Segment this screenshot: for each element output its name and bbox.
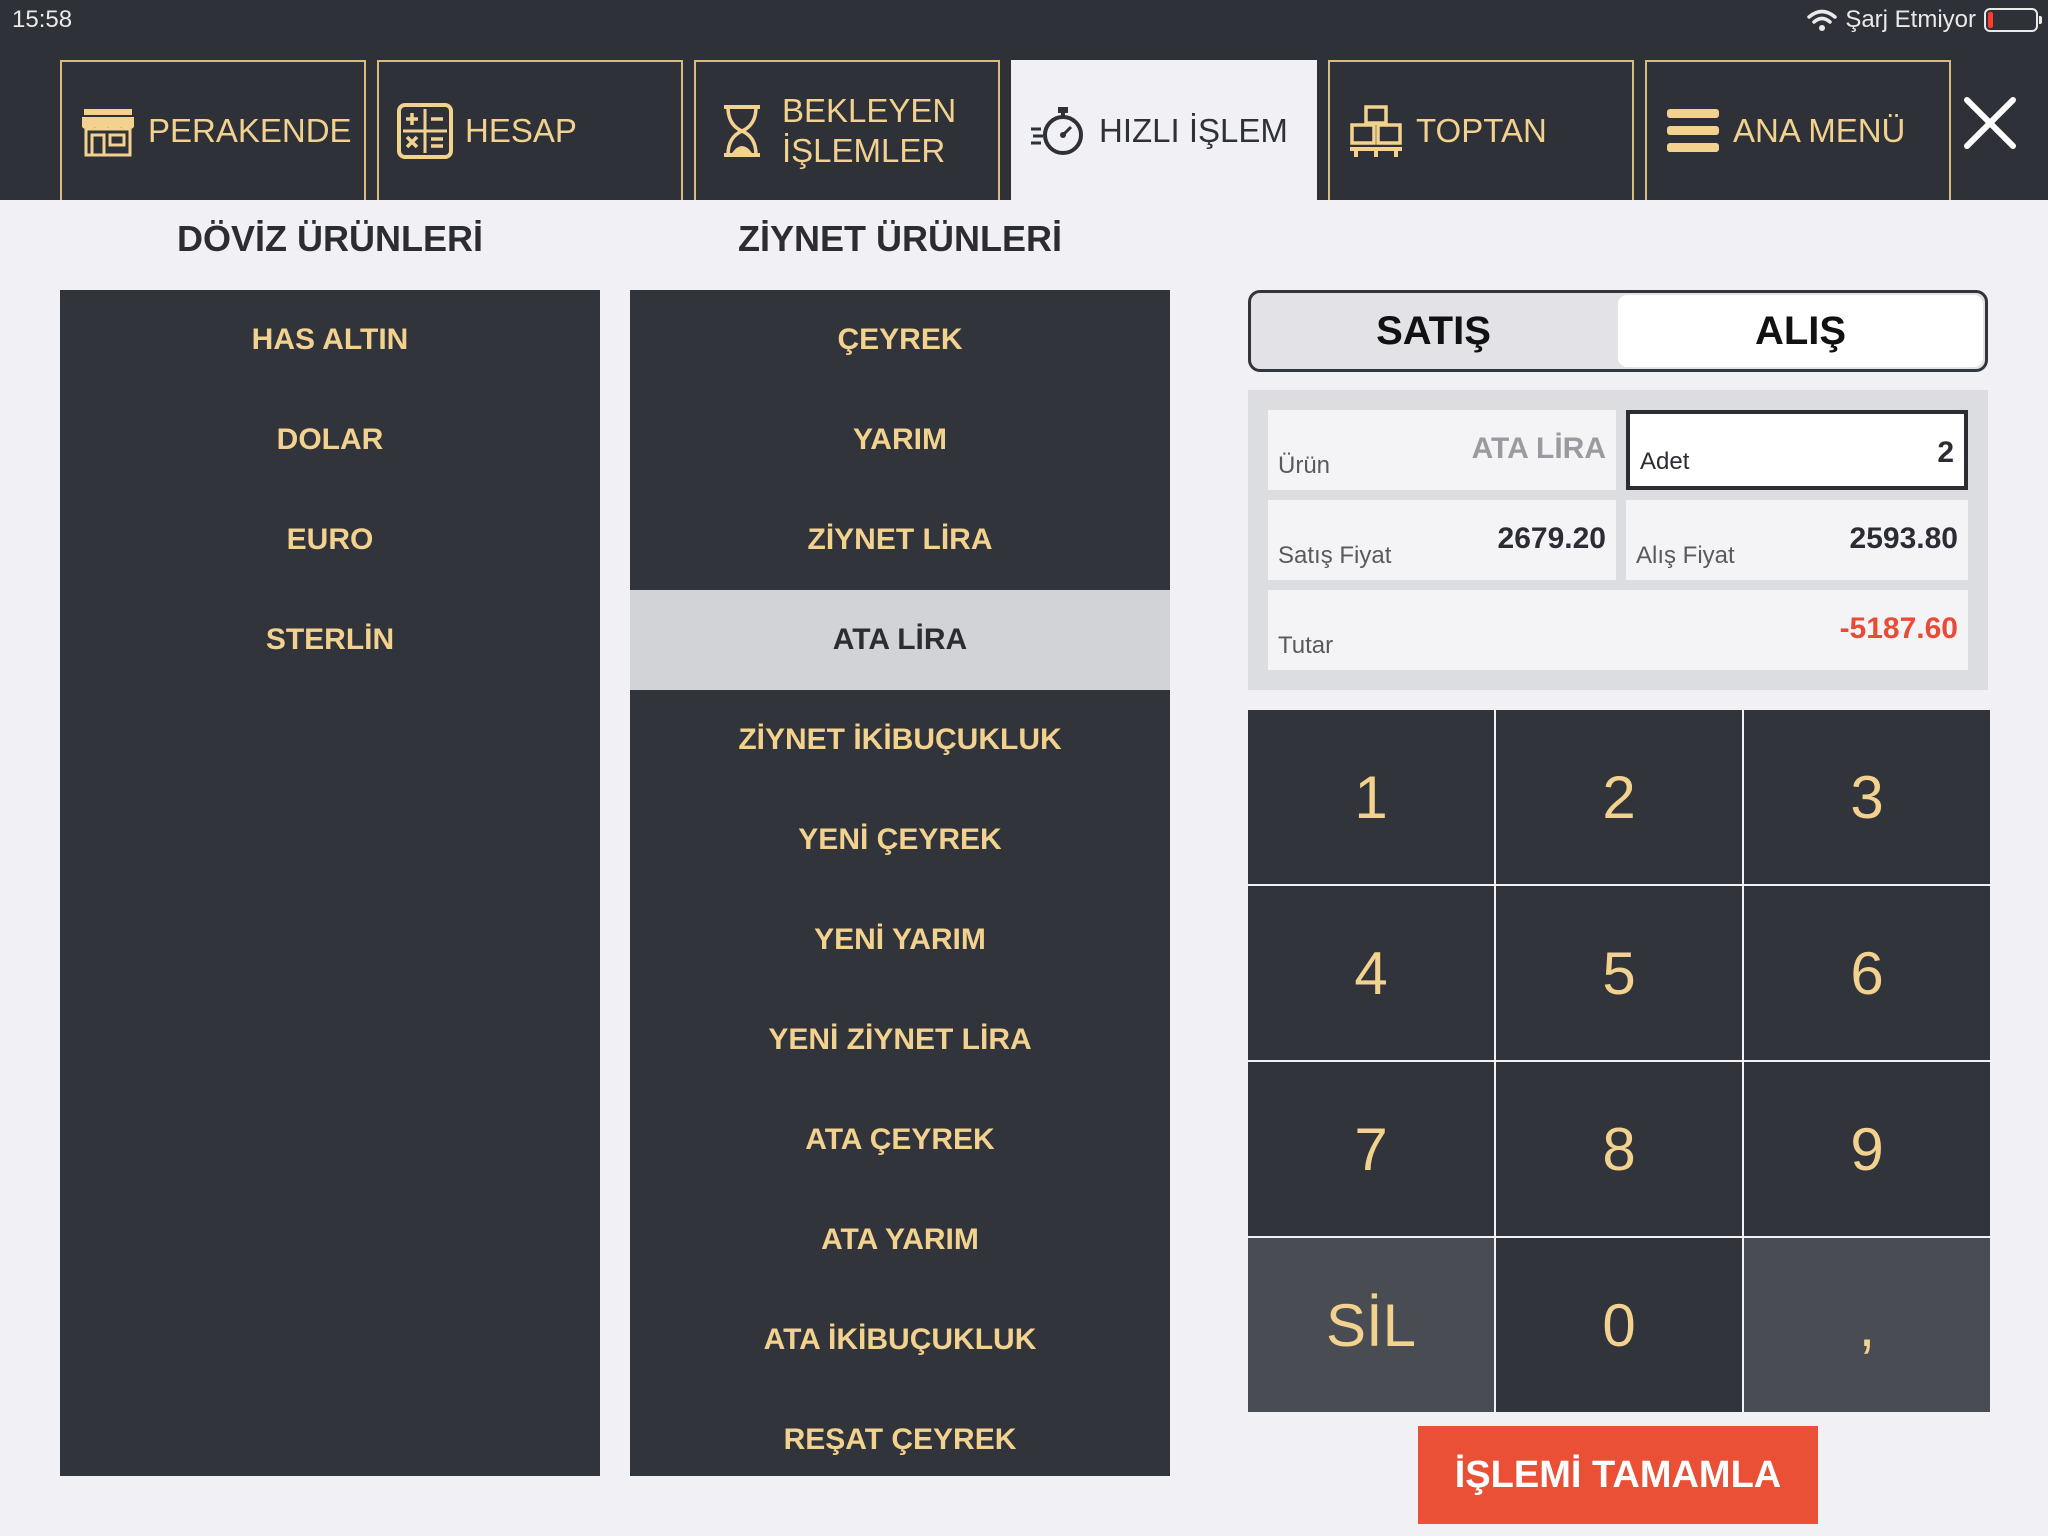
tab-toptan[interactable]: TOPTAN [1328,60,1634,200]
list-item-yeni-ceyrek[interactable]: YENİ ÇEYREK [630,790,1170,890]
buy-price-label: Alış Fiyat [1636,542,1735,569]
delete-key[interactable]: SİL [1248,1238,1494,1412]
complete-transaction-button[interactable]: İŞLEMİ TAMAMLA [1418,1426,1818,1524]
list-item-ata-yarim[interactable]: ATA YARIM [630,1190,1170,1290]
store-icon [82,109,134,157]
tab-label: TOPTAN [1416,112,1547,149]
buy-price-value: 2593.80 [1849,522,1958,555]
key-3[interactable]: 3 [1744,710,1990,884]
product-field: Ürün ATA LİRA [1268,410,1616,490]
calculator-icon [397,103,453,159]
key-7[interactable]: 7 [1248,1062,1494,1236]
list-item-yeni-ziynet-lira[interactable]: YENİ ZİYNET LİRA [630,990,1170,1090]
tab-label: HIZLI İŞLEM [1099,112,1288,149]
tab-ana-menu[interactable]: ANA MENÜ [1645,60,1951,200]
menu-icon [1667,109,1719,152]
status-time: 15:58 [12,6,73,33]
list-item-ata-ikibucukluk[interactable]: ATA İKİBUÇUKLUK [630,1290,1170,1390]
stopwatch-icon [1031,107,1083,155]
list-item-has-altin[interactable]: HAS ALTIN [60,290,600,390]
doviz-heading: DÖVİZ ÜRÜNLERİ [177,218,483,259]
list-item-yeni-yarim[interactable]: YENİ YARIM [630,890,1170,990]
total-label: Tutar [1278,632,1334,659]
tab-hizli-islem[interactable]: HIZLI İŞLEM [1011,60,1317,200]
quantity-value: 2 [1937,436,1954,469]
charging-status: Şarj Etmiyor [1845,6,1976,33]
buy-price-field: Alış Fiyat 2593.80 [1626,500,1968,580]
key-1[interactable]: 1 [1248,710,1494,884]
comma-key[interactable]: , [1744,1238,1990,1412]
quantity-label: Adet [1640,448,1690,475]
buy-button[interactable]: ALIŞ [1618,295,1983,367]
product-label: Ürün [1278,452,1331,479]
key-4[interactable]: 4 [1248,886,1494,1060]
key-2[interactable]: 2 [1496,710,1742,884]
key-5[interactable]: 5 [1496,886,1742,1060]
key-9[interactable]: 9 [1744,1062,1990,1236]
tab-perakende[interactable]: PERAKENDE [60,60,366,200]
key-0[interactable]: 0 [1496,1238,1742,1412]
close-icon[interactable] [1955,88,2025,158]
list-item-ziynet-ikibucukluk[interactable]: ZİYNET İKİBUÇUKLUK [630,690,1170,790]
tab-label-line2: İŞLEMLER [782,132,946,169]
tab-label: HESAP [465,112,577,149]
list-item-euro[interactable]: EURO [60,490,600,590]
tab-hesap[interactable]: HESAP [377,60,683,200]
list-item-sterlin[interactable]: STERLİN [60,590,600,690]
sell-buy-toggle: SATIŞ ALIŞ [1248,290,1988,372]
tab-bekleyen-islemler[interactable]: BEKLEYEN İŞLEMLER [694,60,1000,200]
ziynet-heading: ZİYNET ÜRÜNLERİ [738,218,1062,259]
list-item-dolar[interactable]: DOLAR [60,390,600,490]
key-6[interactable]: 6 [1744,886,1990,1060]
battery-icon [1984,8,2042,32]
quantity-field[interactable]: Adet 2 [1626,410,1968,490]
tab-label: ANA MENÜ [1733,112,1906,149]
sell-price-label: Satış Fiyat [1278,542,1392,569]
status-indicators: Şarj Etmiyor [1807,4,2042,36]
list-item-yarim[interactable]: YARIM [630,390,1170,490]
product-value: ATA LİRA [1471,432,1606,465]
total-value: -5187.60 [1839,612,1958,645]
list-item-resat-ceyrek[interactable]: REŞAT ÇEYREK [630,1390,1170,1490]
key-8[interactable]: 8 [1496,1062,1742,1236]
tab-label-two-line: BEKLEYEN İŞLEMLER [782,91,956,171]
ziynet-product-list: ÇEYREK YARIM ZİYNET LİRA ATA LİRA ZİYNET… [630,290,1170,1476]
transaction-summary: Ürün ATA LİRA Adet 2 Satış Fiyat 2679.20… [1248,390,1988,690]
total-field: Tutar -5187.60 [1268,590,1968,670]
list-item-ata-lira[interactable]: ATA LİRA [630,590,1170,690]
hourglass-icon [724,105,760,157]
numeric-keypad: 1 2 3 4 5 6 7 8 9 SİL 0 , [1248,710,1990,1412]
list-item-ceyrek[interactable]: ÇEYREK [630,290,1170,390]
top-navigation-bar: 15:58 Şarj Etmiyor PERAKENDE HESAP BEKLE… [0,0,2048,200]
wifi-icon [1807,9,1838,31]
sell-price-value: 2679.20 [1497,522,1606,555]
doviz-product-list: HAS ALTIN DOLAR EURO STERLİN [60,290,600,1476]
tab-label: PERAKENDE [148,112,352,149]
sell-price-field: Satış Fiyat 2679.20 [1268,500,1616,580]
list-item-ziynet-lira[interactable]: ZİYNET LİRA [630,490,1170,590]
list-item-ata-ceyrek[interactable]: ATA ÇEYREK [630,1090,1170,1190]
sell-button[interactable]: SATIŞ [1251,293,1616,369]
tab-label-line1: BEKLEYEN [782,92,957,129]
boxes-icon [1350,105,1402,157]
